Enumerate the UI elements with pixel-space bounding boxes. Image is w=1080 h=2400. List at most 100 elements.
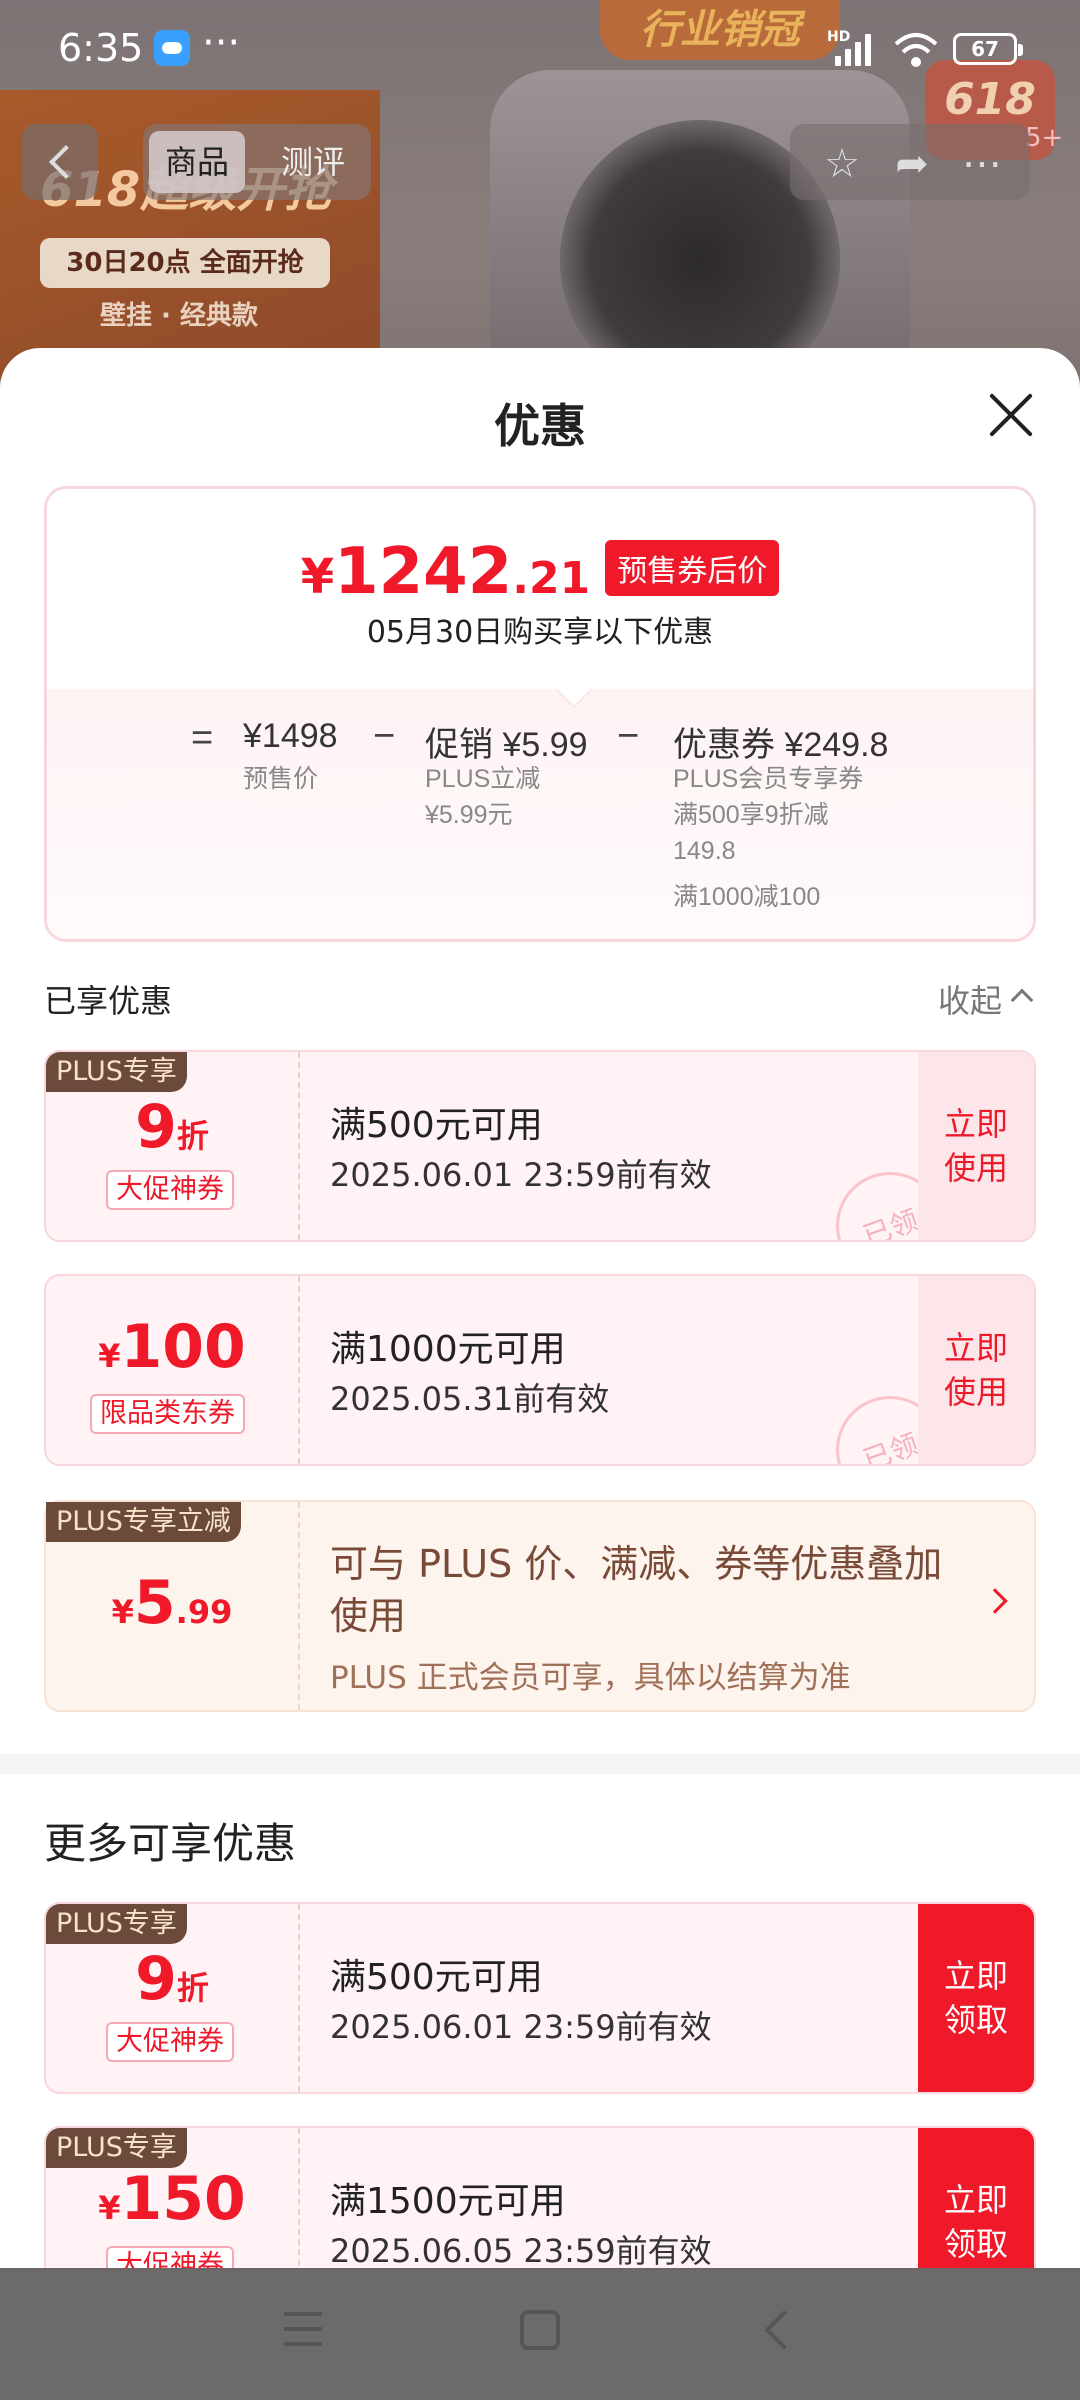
more-section-title: 更多可享优惠 (44, 1819, 297, 1868)
promo-value: 促销 ¥5.99 (425, 726, 588, 764)
plus-value-main: 5 (133, 1568, 176, 1638)
coupon-kind: 大促神券 (106, 2022, 234, 2062)
coupon-value-unit: 折 (176, 1969, 209, 2007)
claim-coupon-button[interactable]: 立即领取 (918, 1904, 1034, 2092)
wifi-icon (894, 33, 938, 67)
coupon-card: PLUS专享 ¥150 大促神券 满1500元可用 2025.06.05 23:… (44, 2126, 1036, 2268)
coupon-expiry: 2025.05.31前有效 (330, 1380, 610, 1418)
use-coupon-button[interactable]: 立即使用 (918, 1052, 1034, 1240)
coupon-card: PLUS专享 9折 大促神券 满500元可用 2025.06.01 23:59前… (44, 1050, 1036, 1242)
plus-discount-note: PLUS 正式会员可享，具体以结算为准 (330, 1660, 851, 1696)
presale-price-tag: 预售券后价 (605, 540, 780, 596)
coupon-value: ¥150 (46, 2164, 298, 2234)
price-decimal: .21 (512, 553, 591, 604)
minus-sign: − (617, 715, 640, 757)
coupon-discount: 149.8 (673, 837, 736, 865)
plus-discount-value: ¥5.99 (46, 1568, 298, 1638)
plus-value-decimal: .99 (175, 1593, 233, 1631)
coupon-kind: 限品类东券 (90, 1394, 245, 1434)
presale-value: ¥1498 (243, 717, 338, 755)
coupon-label: PLUS会员专享券 (673, 765, 864, 793)
use-coupon-label: 立即使用 (943, 1329, 1008, 1411)
home-icon[interactable] (520, 2310, 560, 2350)
plus-badge: PLUS专享 (46, 1052, 187, 1092)
price-integer: 1242 (334, 535, 513, 609)
use-coupon-button[interactable]: 立即使用 (918, 1276, 1034, 1464)
plus-badge: PLUS专享 (46, 1904, 187, 1944)
collapse-button[interactable]: 收起 (938, 976, 1002, 1022)
coupon-divider (298, 1502, 300, 1710)
price-currency: ¥ (300, 549, 335, 605)
coupon-expiry: 2025.06.01 23:59前有效 (330, 1156, 712, 1194)
coupon-condition: 满1000元可用 (330, 1329, 566, 1370)
system-nav-bar (0, 2270, 1080, 2400)
section-divider (0, 1754, 1080, 1774)
presale-label: 预售价 (243, 765, 319, 793)
coupon-rule-2: 满1000减100 (673, 883, 821, 911)
promo-label: PLUS立减 (425, 765, 541, 793)
final-price: ¥1242.21 预售券后价 (47, 535, 1033, 609)
product-tabs: 商品 测评 (143, 124, 371, 200)
coupon-value: 9折 (46, 1092, 298, 1162)
coupon-value-unit: 折 (176, 1117, 209, 1155)
coupon-condition: 满500元可用 (330, 1957, 543, 1998)
coupon-expiry: 2025.06.05 23:59前有效 (330, 2232, 712, 2268)
chevron-up-icon[interactable] (1010, 988, 1034, 1012)
coupon-condition: 满500元可用 (330, 1105, 543, 1146)
battery-icon: 67 (953, 33, 1023, 65)
promo-banner-time: 30日20点 全面开抢 (40, 238, 330, 288)
coupon-card: ¥100 限品类东券 满1000元可用 2025.05.31前有效 已领 立即使… (44, 1274, 1036, 1466)
discount-sheet: 优惠 ¥1242.21 预售券后价 05月30日购买享以下优惠 = ¥1498 … (0, 348, 1080, 2268)
plus-badge: PLUS专享 (46, 2128, 187, 2168)
coupon-kind: 大促神券 (106, 2246, 234, 2268)
back-icon[interactable] (764, 2310, 804, 2350)
sheet-title: 优惠 (494, 399, 586, 453)
coupon-value-main: 100 (120, 1312, 246, 1382)
coupon-card: PLUS专享 9折 大促神券 满500元可用 2025.06.01 23:59前… (44, 1902, 1036, 2094)
claim-coupon-label: 立即领取 (943, 2181, 1008, 2263)
coupon-divider (298, 2128, 300, 2268)
plus-discount-text: 可与 PLUS 价、满减、券等优惠叠加使用 (330, 1542, 943, 1638)
promo-amount: ¥5.99元 (425, 801, 513, 829)
coupon-value: 优惠券 ¥249.8 (673, 726, 889, 764)
promo-banner-model: 壁挂 · 经典款 (100, 301, 258, 331)
claim-coupon-label: 立即领取 (943, 1957, 1008, 2039)
coupon-value: ¥100 (46, 1312, 298, 1382)
chevron-right-icon[interactable] (982, 1588, 1008, 1614)
coupon-divider (298, 1276, 300, 1464)
recent-apps-icon[interactable] (284, 2312, 322, 2346)
minus-sign: − (373, 715, 396, 757)
coupon-value: 9折 (46, 1944, 298, 2014)
plus-discount-card[interactable]: PLUS专享立减 ¥5.99 可与 PLUS 价、满减、券等优惠叠加使用 PLU… (44, 1500, 1036, 1712)
coupon-value-main: 150 (120, 2164, 246, 2234)
signal-icon (835, 32, 879, 66)
coupon-value-currency: ¥ (98, 2189, 121, 2227)
share-icon[interactable]: ➦ (890, 142, 934, 186)
claim-coupon-button[interactable]: 立即领取 (918, 2128, 1034, 2268)
tab-review[interactable]: 测评 (281, 124, 345, 200)
coupon-value-main: 9 (135, 1944, 177, 2014)
use-coupon-label: 立即使用 (943, 1105, 1008, 1187)
close-icon[interactable] (986, 390, 1036, 440)
price-breakdown-card: ¥1242.21 预售券后价 05月30日购买享以下优惠 = ¥1498 预售价… (44, 486, 1036, 942)
coupon-kind: 大促神券 (106, 1170, 234, 1210)
more-notifications-icon: ··· (202, 20, 241, 66)
back-button[interactable] (22, 124, 98, 200)
coupon-condition: 满1500元可用 (330, 2181, 566, 2222)
cloud-app-icon (154, 30, 190, 66)
more-menu-icon[interactable]: ⋯ (960, 142, 1004, 186)
equals-sign: = (191, 717, 214, 759)
coupon-rule: 满500享9折减 (673, 801, 829, 829)
favorite-star-icon[interactable]: ☆ (820, 142, 864, 186)
coupon-expiry: 2025.06.01 23:59前有效 (330, 2008, 712, 2046)
enjoyed-section-title: 已享优惠 (44, 982, 173, 1020)
tab-product[interactable]: 商品 (149, 131, 246, 193)
coupon-value-currency: ¥ (98, 1337, 121, 1375)
header-actions: ☆ ➦ ⋯ (790, 124, 1030, 200)
coupon-divider (298, 1904, 300, 2092)
cart-count: 5+ (1025, 123, 1064, 153)
coupon-divider (298, 1052, 300, 1240)
status-bar: 6:35 ··· HD 67 (0, 0, 1080, 100)
coupon-value-main: 9 (135, 1092, 177, 1162)
price-subtitle: 05月30日购买享以下优惠 (366, 615, 714, 650)
